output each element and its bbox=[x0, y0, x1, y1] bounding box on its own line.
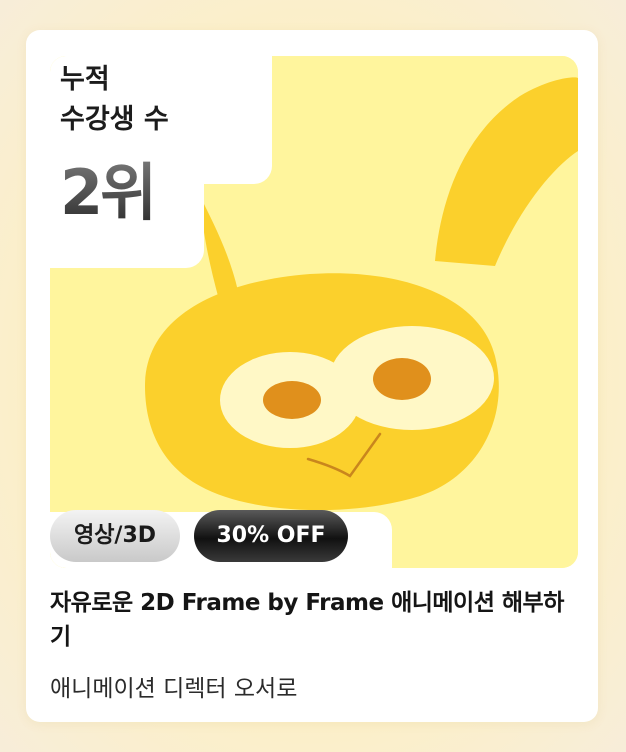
category-badge: 영상/3D bbox=[50, 510, 180, 562]
discount-badge: 30% OFF bbox=[194, 510, 348, 562]
course-author: 애니메이션 디렉터 오서로 bbox=[50, 676, 298, 702]
course-title[interactable]: 자유로운 2D Frame by Frame 애니메이션 해부하기 bbox=[50, 586, 578, 654]
rank-label: 누적 수강생 수 bbox=[60, 64, 169, 135]
course-card[interactable]: 누적 수강생 수 2위 영상/3D 30% OFF 자유로운 2D Frame … bbox=[26, 30, 598, 722]
rank-value: 2위 bbox=[60, 156, 157, 229]
